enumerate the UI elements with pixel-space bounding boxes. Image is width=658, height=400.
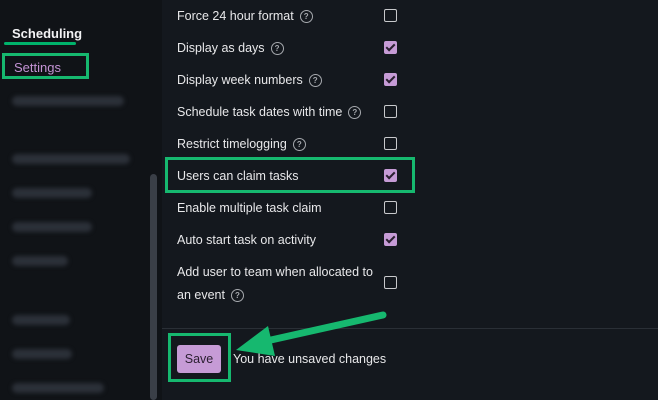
arrow-icon bbox=[236, 311, 387, 356]
